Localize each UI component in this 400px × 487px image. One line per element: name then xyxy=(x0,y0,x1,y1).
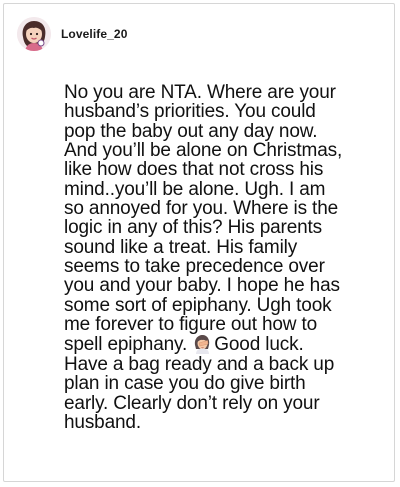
comment-line: pop the baby out any day now. xyxy=(64,120,318,142)
comment-line: so annoyed for you. Where is the xyxy=(64,198,339,220)
woman-facepalming-emoji-icon xyxy=(192,334,212,355)
comment-line-prefix: spell epiphany. xyxy=(64,334,188,356)
comment-line-suffix: Good luck. xyxy=(214,334,304,356)
comment-line: Have a bag ready and a back up xyxy=(64,353,335,375)
author-username[interactable]: Lovelife_20 xyxy=(61,27,127,41)
comment-line: seems to take precedence over xyxy=(64,256,325,278)
comment-line: you and your baby. I hope he has xyxy=(64,275,340,297)
comment-line: me forever to figure out how to xyxy=(64,314,318,336)
comment-line: like how does that not cross his xyxy=(64,159,324,181)
comment-text: No you are NTA. Where are your husband’s… xyxy=(64,82,384,433)
comment-line: No you are NTA. Where are your xyxy=(64,82,336,103)
comment-line: plan in case you do give birth xyxy=(64,373,306,395)
comment-line: early. Clearly don’t rely on your xyxy=(64,392,320,414)
comment-card: Lovelife_20 No you are NTA. Where are yo… xyxy=(3,3,395,482)
comment-line: sound like a treat. His family xyxy=(64,236,298,258)
comment-line-with-emoji: spell epiphany. Good luck. xyxy=(64,334,384,354)
comment-header: Lovelife_20 xyxy=(17,16,127,52)
comment-line: logic in any of this? His parents xyxy=(64,217,323,239)
comment-line: husband. xyxy=(64,411,141,433)
comment-line: some sort of epiphany. Ugh took xyxy=(64,294,332,316)
comment-line: And you’ll be alone on Christmas, xyxy=(64,140,343,162)
comment-line: husband’s priorities. You could xyxy=(64,101,316,123)
comment-line: mind..you’ll be alone. Ugh. I am xyxy=(64,178,326,200)
cartoon-woman-avatar-icon[interactable] xyxy=(17,17,51,51)
